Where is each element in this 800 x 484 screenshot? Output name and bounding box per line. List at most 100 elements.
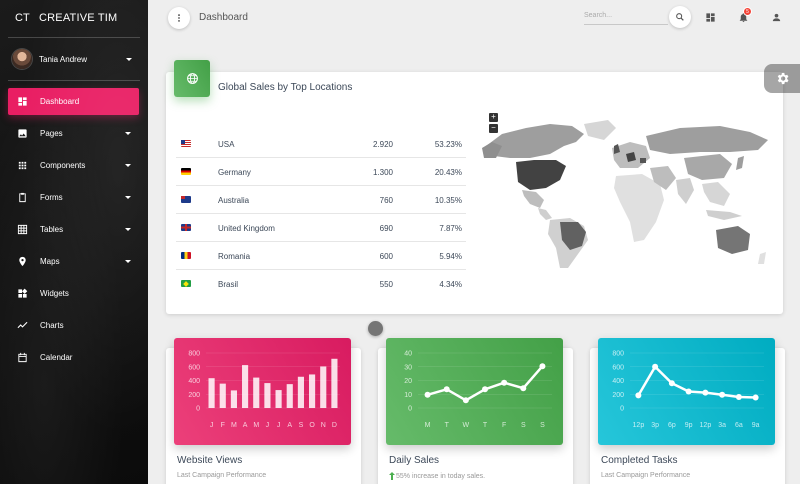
sales-value: 760 <box>379 196 393 205</box>
search-input[interactable]: Search... <box>584 9 668 25</box>
map-region-central-america <box>538 208 552 220</box>
sales-value: 2.920 <box>372 140 393 149</box>
user-name: Tania Andrew <box>39 54 88 64</box>
sidebar-item-maps[interactable]: Maps <box>8 248 139 275</box>
avatar <box>12 49 32 69</box>
y-tick-label: 400 <box>188 378 200 385</box>
sidebar-nav: Dashboard Pages Components Forms Tables … <box>8 88 139 376</box>
au-flag-icon <box>181 196 191 203</box>
brand-name: CREATIVE TIM <box>39 12 118 24</box>
sales-value: 1.300 <box>372 168 393 177</box>
search-button[interactable] <box>669 6 691 28</box>
sales-value: 550 <box>379 280 393 289</box>
bar <box>242 365 249 408</box>
us-flag-icon <box>181 140 191 147</box>
profile-button[interactable] <box>770 11 782 23</box>
sidebar-item-label: Components <box>40 161 86 170</box>
country-name: Australia <box>218 196 250 205</box>
chevron-down-icon <box>126 58 132 61</box>
country-name: Germany <box>218 168 251 177</box>
bar <box>219 383 226 408</box>
country-name: United Kingdom <box>218 224 275 233</box>
chevron-down-icon <box>125 260 131 263</box>
card-title: Website Views <box>177 455 243 466</box>
card-title: Daily Sales <box>389 455 440 466</box>
map-region-southeast-asia <box>702 182 730 206</box>
x-tick-label: S <box>521 422 526 429</box>
x-tick-label: A <box>243 422 248 429</box>
y-tick-label: 600 <box>612 364 624 371</box>
country-name: Romania <box>218 252 251 261</box>
table-row: USA 2.920 53.23% <box>176 130 466 158</box>
series-line <box>427 365 544 402</box>
data-point <box>520 385 527 392</box>
map-region-indonesia <box>706 210 742 220</box>
chevron-down-icon <box>125 228 131 231</box>
x-tick-label: S <box>299 422 304 429</box>
map-region-greenland <box>584 120 616 140</box>
x-tick-label: T <box>483 422 488 429</box>
data-point <box>652 363 659 370</box>
sidebar-item-charts[interactable]: Charts <box>8 312 139 339</box>
data-point <box>635 392 642 399</box>
x-tick-label: A <box>287 422 292 429</box>
sidebar-item-pages[interactable]: Pages <box>8 120 139 147</box>
dashboard-link[interactable] <box>704 11 716 23</box>
map-region-russia <box>646 126 768 154</box>
y-tick-label: 200 <box>612 392 624 399</box>
drag-handle[interactable] <box>368 321 383 336</box>
sidebar-item-tables[interactable]: Tables <box>8 216 139 243</box>
sidebar-item-label: Tables <box>40 225 64 234</box>
series-line <box>637 365 756 399</box>
ro-flag-icon <box>181 252 191 259</box>
settings-button[interactable] <box>764 64 800 93</box>
dashboard-icon <box>705 12 715 22</box>
card-title: Completed Tasks <box>601 455 678 466</box>
country-name: USA <box>218 140 235 149</box>
y-tick-label: 40 <box>404 351 412 358</box>
page-title: Dashboard <box>199 12 248 23</box>
bar <box>309 374 316 408</box>
search-icon <box>676 13 684 21</box>
sidebar-item-forms[interactable]: Forms <box>8 184 139 211</box>
sidebar-item-dashboard[interactable]: Dashboard <box>8 88 139 115</box>
x-tick-label: J <box>277 422 281 429</box>
table-row: Romania 600 5.94% <box>176 242 466 270</box>
x-tick-label: M <box>253 422 259 429</box>
apps-icon <box>16 160 28 172</box>
table-row: United Kingdom 690 7.87% <box>176 214 466 242</box>
table-row: Brasil 550 4.34% <box>176 270 466 298</box>
top-navbar: Dashboard Search... 5 <box>148 0 800 36</box>
sidebar-item-components[interactable]: Components <box>8 152 139 179</box>
sidebar: CT CREATIVE TIM Tania Andrew Dashboard P… <box>0 0 148 484</box>
notification-badge: 5 <box>743 7 752 16</box>
sidebar-toggle-button[interactable] <box>168 7 190 29</box>
sidebar-item-widgets[interactable]: Widgets <box>8 280 139 307</box>
clipboard-icon <box>16 192 28 204</box>
globe-icon <box>186 73 198 84</box>
brand-mini: CT <box>15 12 30 24</box>
user-menu[interactable]: Tania Andrew <box>0 46 148 72</box>
brand-logo[interactable]: CT CREATIVE TIM <box>0 0 148 36</box>
x-tick-label: 12p <box>700 422 712 429</box>
x-tick-label: O <box>309 422 315 429</box>
calendar-icon <box>16 352 28 364</box>
de-flag-icon <box>181 168 191 175</box>
world-map[interactable] <box>480 118 774 270</box>
gear-icon <box>777 72 788 85</box>
x-tick-label: F <box>502 422 506 429</box>
sidebar-item-label: Dashboard <box>40 97 80 106</box>
chevron-down-icon <box>125 196 131 199</box>
y-tick-label: 200 <box>188 392 200 399</box>
x-tick-label: 9a <box>752 422 760 429</box>
daily-sales-chart: 40 30 20 10 0 M T W T F S S <box>386 338 563 445</box>
map-region-australia <box>716 226 750 254</box>
sales-value: 690 <box>379 224 393 233</box>
card-subtitle: 55% increase in today sales. <box>396 472 486 480</box>
sales-percent: 10.35% <box>434 196 462 205</box>
chevron-down-icon <box>125 164 131 167</box>
x-tick-label: 6p <box>668 422 676 429</box>
data-point <box>501 379 508 386</box>
sidebar-item-calendar[interactable]: Calendar <box>8 344 139 371</box>
sales-value: 600 <box>379 252 393 261</box>
